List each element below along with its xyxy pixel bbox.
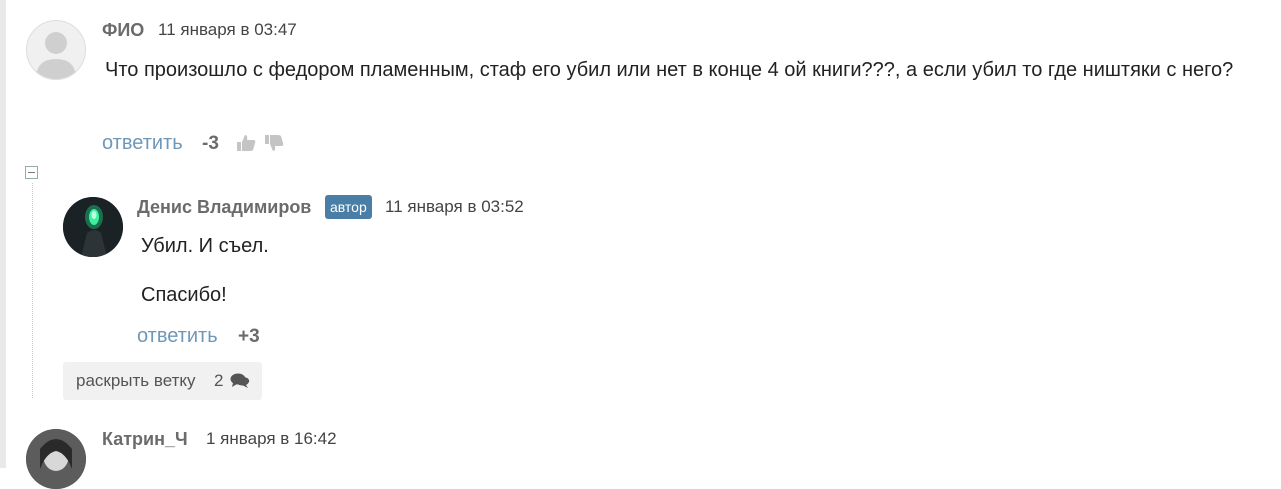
thumbs-up-icon[interactable] [236, 134, 256, 157]
comment-timestamp[interactable]: 11 января в 03:47 [158, 20, 297, 40]
comment-text: Что произошло с федором пламенным, стаф … [105, 59, 1234, 81]
comment-timestamp[interactable]: 11 января в 03:52 [385, 197, 524, 217]
comment-score: -3 [202, 133, 219, 154]
comment-paragraph: Спасибо! [141, 284, 227, 306]
comment-author[interactable]: Катрин_Ч [102, 429, 188, 450]
thumbs-down-icon[interactable] [264, 134, 284, 157]
expand-thread-button[interactable]: раскрыть ветку 2 [63, 362, 262, 400]
reply-link[interactable]: ответить [137, 325, 218, 348]
comment-timestamp[interactable]: 1 января в 16:42 [206, 429, 337, 449]
minus-square-icon[interactable] [25, 166, 38, 179]
comments-icon [230, 373, 250, 394]
reply-link[interactable]: ответить [102, 132, 183, 155]
page-left-border [0, 0, 6, 468]
author-badge: автор [325, 195, 372, 219]
expand-thread-label: раскрыть ветку [76, 371, 196, 390]
user-avatar[interactable] [63, 197, 123, 257]
comment-paragraph: Убил. И съел. [141, 235, 269, 257]
default-avatar[interactable] [26, 20, 86, 80]
thread-line [32, 183, 33, 398]
comment-author[interactable]: Денис Владимиров [137, 197, 311, 218]
comment-author[interactable]: ФИО [102, 20, 144, 41]
user-avatar[interactable] [26, 429, 86, 489]
comment-score: +3 [238, 326, 260, 347]
reply-count: 2 [214, 371, 224, 390]
